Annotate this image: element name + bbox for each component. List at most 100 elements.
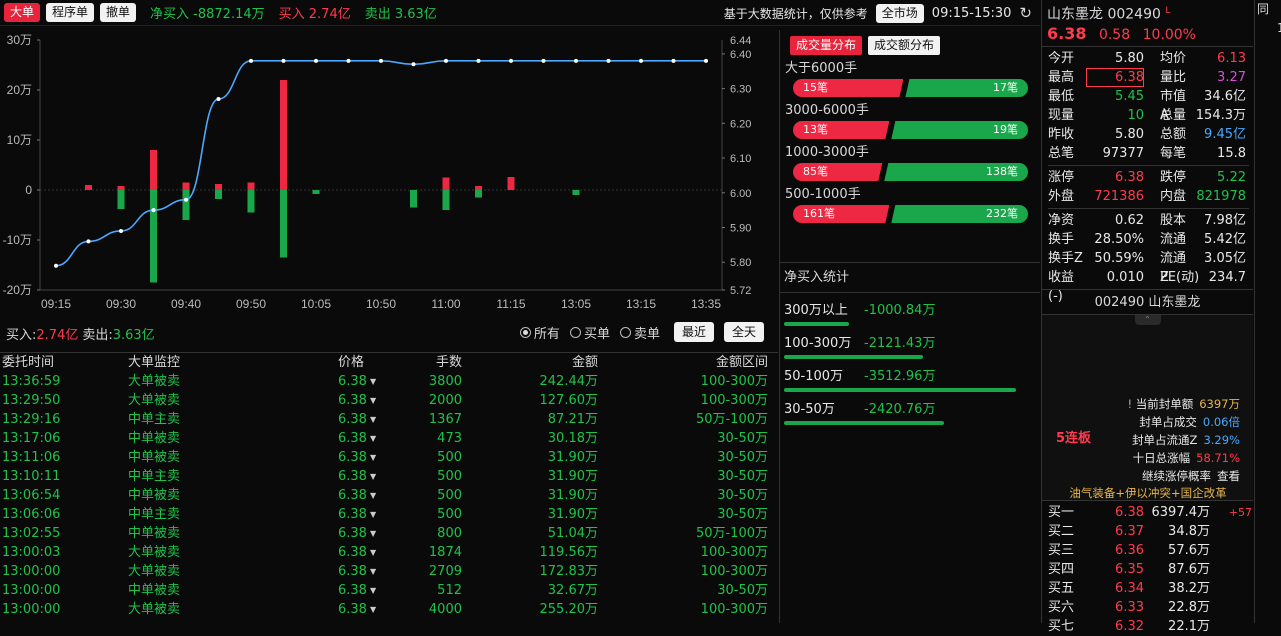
cell-amount: 51.04万 (547, 526, 598, 541)
table-row[interactable]: 13:00:00 大单被卖 6.38 ▼ 2709 172.83万 100-300万 (0, 562, 778, 581)
dist-group: 1000-3000手 85笔 138笔 (780, 139, 1040, 181)
quote-value: 5.80 (1115, 127, 1144, 142)
quote-key: 今开 (1048, 51, 1075, 66)
price-point (606, 58, 611, 63)
book-level: 买二 (1048, 524, 1075, 539)
book-price: 6.35 (1115, 562, 1144, 577)
table-row[interactable]: 13:29:50 大单被卖 6.38 ▼ 2000 127.60万 100-300万 (0, 391, 778, 410)
netflow-label: 30-50万 (784, 402, 835, 417)
table-row[interactable]: 13:02:55 中单被卖 6.38 ▼ 800 51.04万 50万-100万 (0, 524, 778, 543)
tab-cancel-order[interactable]: 撤单 (100, 3, 137, 22)
col-price[interactable]: 价格 (240, 353, 370, 372)
quote-row: 现量 10 总量 154.3万 (1048, 106, 1249, 125)
cell-type: 大单被卖 (128, 545, 181, 560)
book-row[interactable]: 买七 6.32 22.1万 (1048, 617, 1253, 636)
book-volume: 87.6万 (1168, 562, 1210, 577)
book-change (1210, 598, 1252, 617)
book-row[interactable]: 买四 6.35 87.6万 (1048, 560, 1253, 579)
book-row[interactable]: 买三 6.36 57.6万 (1048, 541, 1253, 560)
quote-value: 5.22 (1217, 170, 1246, 185)
edge-header[interactable]: 同 (1255, 0, 1281, 19)
stock-code-bar[interactable]: 002490 山东墨龙 (1042, 289, 1253, 315)
quote-key: 跌停 (1160, 170, 1187, 185)
market-button[interactable]: 全市场 (875, 3, 924, 23)
table-row[interactable]: 13:06:54 中单被卖 6.38 ▼ 500 31.90万 30-50万 (0, 486, 778, 505)
cell-type: 大单被卖 (128, 602, 181, 617)
x-tick-label: 13:15 (626, 297, 656, 311)
radio-all[interactable]: 所有 (519, 323, 560, 342)
book-level: 买四 (1048, 562, 1075, 577)
sell-label: 卖出: (82, 327, 113, 343)
right-tick-label: 6.44 (730, 35, 751, 47)
buy-bar (182, 182, 190, 190)
price-change: 0.58 (1098, 27, 1131, 43)
dist-group: 500-1000手 161笔 232笔 (780, 181, 1040, 223)
radio-buy[interactable]: 买单 (569, 323, 610, 342)
x-tick-label: 10:50 (366, 297, 396, 311)
col-amount[interactable]: 金额 (462, 353, 598, 372)
limit-info-row: 十日总涨幅 58.71% (1110, 449, 1240, 467)
quote-grid: 今开 5.80 均价 6.13 最高 6.38 量比 3.27 最低 5.45 市值A 34.6亿 现量… (1042, 46, 1253, 304)
book-row[interactable]: 买五 6.34 38.2万 (1048, 579, 1253, 598)
book-row[interactable]: 买六 6.33 22.8万 (1048, 598, 1253, 617)
price-point (346, 58, 351, 63)
tab-volume-dist[interactable]: 成交量分布 (790, 36, 863, 55)
table-row[interactable]: 13:11:06 中单被卖 6.38 ▼ 500 31.90万 30-50万 (0, 448, 778, 467)
collapse-icon[interactable]: ⌃ (1134, 315, 1161, 325)
quote-key: 最低 (1048, 89, 1075, 104)
cell-amount: 127.60万 (539, 393, 599, 408)
quote-value: 6.38 (1115, 170, 1144, 185)
buy-bar (85, 185, 92, 190)
quote-row: 换手 28.50% 流通 5.42亿 (1048, 230, 1249, 249)
table-row[interactable]: 13:10:11 中单主卖 6.38 ▼ 500 31.90万 30-50万 (0, 467, 778, 486)
col-type[interactable]: 大单监控 (120, 353, 240, 372)
quote-value: 6.13 (1217, 51, 1246, 66)
dist-bar: 85笔 138笔 (793, 163, 1028, 181)
limit-info-key: 十日总涨幅 (1132, 451, 1191, 465)
tab-big-order[interactable]: 大单 (4, 3, 41, 22)
x-tick-label: 10:05 (301, 297, 331, 311)
radio-buy-label: 买单 (583, 326, 610, 342)
table-row[interactable]: 13:36:59 大单被卖 6.38 ▼ 3800 242.44万 100-300万 (0, 372, 778, 391)
cell-amount: 32.67万 (547, 583, 598, 598)
tab-program-order[interactable]: 程序单 (46, 3, 95, 22)
quote-key: 内盘 (1160, 189, 1187, 204)
sell-bar (150, 190, 157, 283)
col-range[interactable]: 金额区间 (598, 353, 770, 372)
edge-row[interactable]: 1 (1266, 19, 1281, 38)
book-price: 6.36 (1115, 543, 1144, 558)
tab-amount-dist[interactable]: 成交额分布 (868, 36, 941, 55)
sell-bar (215, 190, 222, 199)
all-day-button[interactable]: 全天 (723, 322, 764, 342)
recent-button[interactable]: 最近 (673, 322, 714, 342)
table-row[interactable]: 13:00:00 大单被卖 6.38 ▼ 4000 255.20万 100-300万 (0, 600, 778, 619)
limit-info-row[interactable]: 继续涨停概率 查看 (1110, 467, 1240, 485)
book-row[interactable]: 买一 6.38 6397.4万 +57 (1048, 503, 1253, 522)
cell-time: 13:29:50 (2, 393, 61, 408)
x-tick-label: 09:40 (171, 297, 201, 311)
concept-tags[interactable]: 油气装备+伊以冲突+国企改革 (1042, 485, 1254, 501)
refresh-icon[interactable]: ↻ (1019, 4, 1032, 22)
book-level: 买七 (1048, 619, 1075, 634)
book-row[interactable]: 买二 6.37 34.8万 (1048, 522, 1253, 541)
table-row[interactable]: 13:17:06 中单被卖 6.38 ▼ 473 30.18万 30-50万 (0, 429, 778, 448)
quote-value: 10 (1127, 108, 1144, 123)
big-order-chart: 30万 20万 10万 0 -10万 -20万 6.40 6.30 6.20 6.10 6.00 5.… (3, 33, 752, 311)
table-row[interactable]: 13:29:16 中单主卖 6.38 ▼ 1367 87.21万 50万-100万 (0, 410, 778, 429)
table-row[interactable]: 13:00:03 大单被卖 6.38 ▼ 1874 119.56万 100-300万 (0, 543, 778, 562)
col-time[interactable]: 委托时间 (0, 353, 120, 372)
col-lots[interactable]: 手数 (370, 353, 462, 372)
cell-price: 6.38 ▼ (240, 429, 376, 448)
cell-price: 6.38 ▼ (240, 448, 376, 467)
table-row[interactable]: 13:06:06 中单主卖 6.38 ▼ 500 31.90万 30-50万 (0, 505, 778, 524)
cell-amount: 30.18万 (547, 431, 598, 446)
quote-value: 0.010 (1106, 270, 1144, 285)
table-row[interactable]: 13:00:00 中单被卖 6.38 ▼ 512 32.67万 30-50万 (0, 581, 778, 600)
price-point (411, 62, 416, 67)
dist-bar: 161笔 232笔 (793, 205, 1028, 223)
dist-buy-segment: 13笔 (793, 121, 889, 139)
radio-sell[interactable]: 卖单 (619, 323, 660, 342)
cell-time: 13:06:54 (2, 488, 61, 503)
sell-bar (247, 190, 255, 213)
price-point (314, 58, 318, 63)
